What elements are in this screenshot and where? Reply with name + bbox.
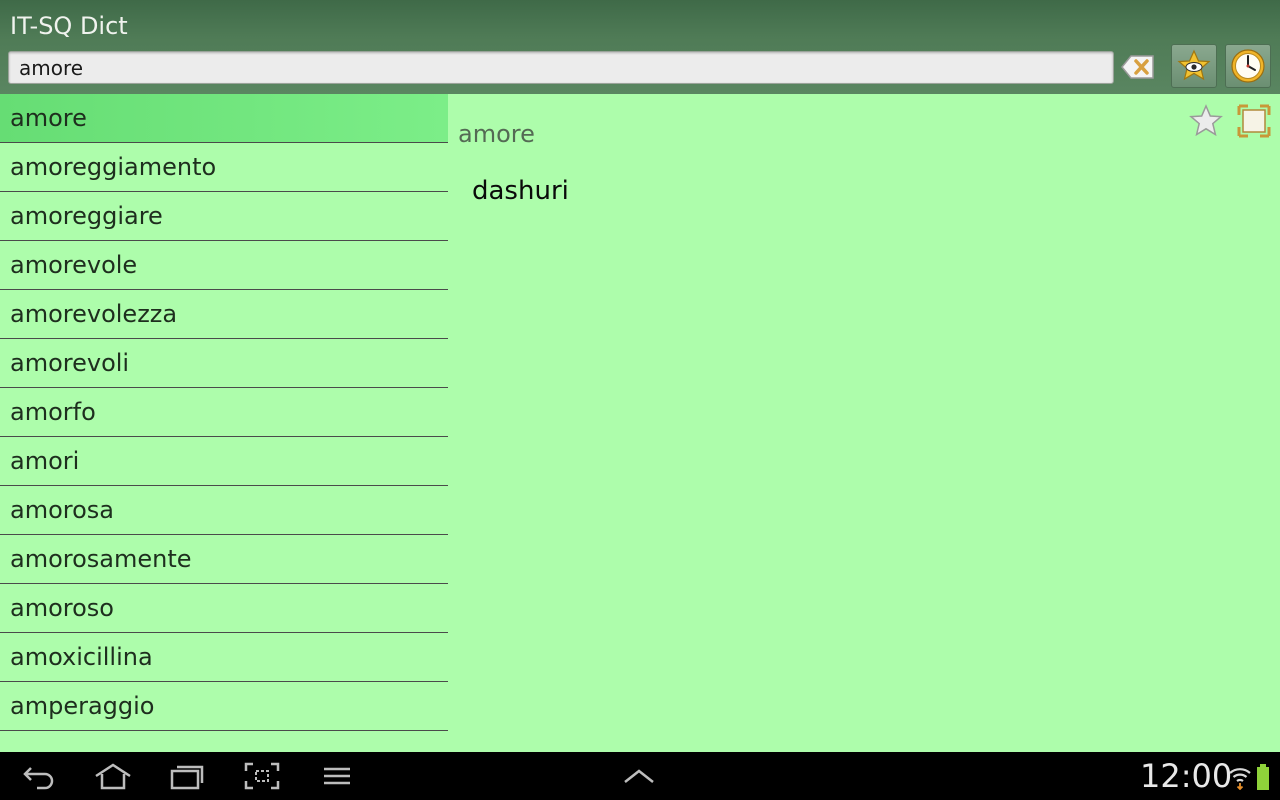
back-button[interactable]: [14, 758, 64, 794]
fullscreen-button[interactable]: [1236, 103, 1272, 139]
list-item[interactable]: amorosamente: [0, 535, 448, 584]
list-item[interactable]: amperaggio: [0, 682, 448, 731]
screenshot-icon: [244, 762, 280, 790]
status-icons: [1228, 762, 1276, 792]
home-icon: [95, 763, 131, 790]
list-item[interactable]: amoreggiare: [0, 192, 448, 241]
list-item[interactable]: amorosa: [0, 486, 448, 535]
headword: amore: [458, 120, 535, 148]
word-list[interactable]: amore amoreggiamento amoreggiare amorevo…: [0, 94, 448, 752]
home-button[interactable]: [88, 758, 138, 794]
list-item[interactable]: amore: [0, 94, 448, 143]
system-navigation-bar: 12:00: [0, 752, 1280, 800]
list-item[interactable]: amoreggiamento: [0, 143, 448, 192]
list-item[interactable]: amorevole: [0, 241, 448, 290]
app-title: IT-SQ Dict: [10, 12, 128, 40]
list-item[interactable]: amori: [0, 437, 448, 486]
list-item[interactable]: amorevoli: [0, 339, 448, 388]
screenshot-button[interactable]: [237, 758, 287, 794]
clear-search-button[interactable]: [1120, 52, 1156, 82]
favorite-button[interactable]: [1188, 103, 1224, 139]
list-item[interactable]: amoroso: [0, 584, 448, 633]
menu-button[interactable]: [312, 758, 362, 794]
star-eye-icon: [1177, 49, 1211, 81]
star-outline-icon: [1189, 104, 1223, 137]
back-icon: [23, 767, 54, 790]
search-input[interactable]: [8, 51, 1114, 84]
clock-icon: [1231, 49, 1265, 83]
list-item[interactable]: amorevolezza: [0, 290, 448, 339]
recent-apps-button[interactable]: [162, 758, 212, 794]
list-item[interactable]: amorfo: [0, 388, 448, 437]
history-button[interactable]: [1225, 44, 1271, 88]
expand-notifications-button[interactable]: [614, 758, 664, 794]
list-item[interactable]: amoxicillina: [0, 633, 448, 682]
status-clock: 12:00: [1140, 757, 1233, 795]
backspace-clear-icon: [1121, 55, 1154, 79]
menu-icon: [324, 767, 350, 785]
translation-text: dashuri: [472, 176, 569, 206]
chevron-up-icon: [624, 769, 654, 783]
expand-icon: [1237, 104, 1271, 138]
wifi-icon: [1229, 768, 1251, 790]
recent-apps-icon: [170, 765, 204, 790]
app-header: IT-SQ Dict: [0, 0, 1280, 94]
translation-pane: amore dashuri: [448, 94, 1280, 752]
battery-icon: [1257, 764, 1269, 790]
watch-list-button[interactable]: [1171, 44, 1217, 88]
